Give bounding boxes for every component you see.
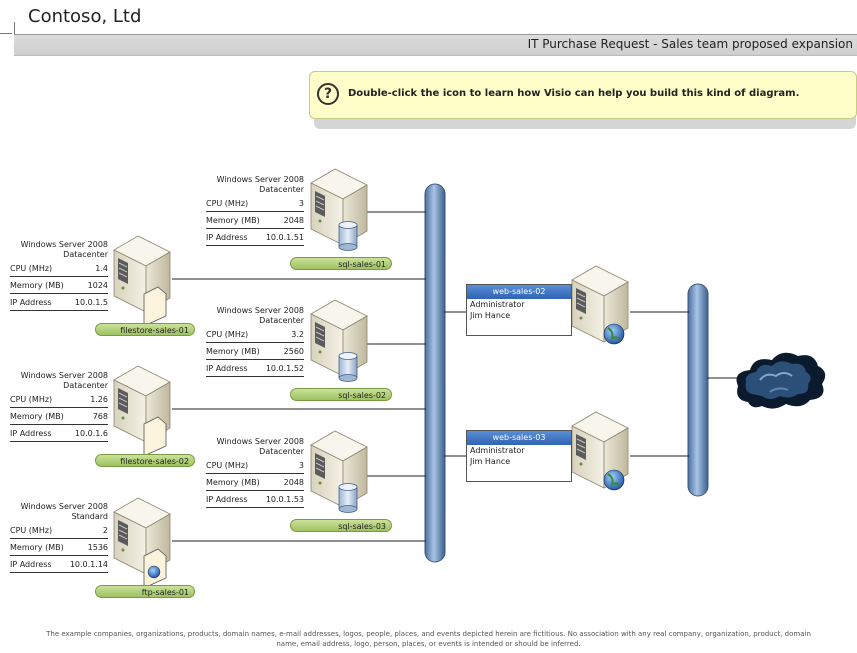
cpu-label: CPU (MHz) [10,395,53,404]
memory-value: 2048 [283,478,304,487]
disclaimer-line-1: The example companies, organizations, pr… [46,630,811,638]
label-sql-sales-03[interactable]: sql-sales-03 [290,519,392,532]
ftp-server-icon [113,497,171,589]
web-server-role: Administrator [470,446,525,455]
memory-label: Memory (MB) [206,478,260,487]
ip-label: IP Address [10,429,52,438]
ip-label: IP Address [10,298,52,307]
os-edition: Datacenter [63,250,108,259]
file-server-icon [113,365,171,457]
network-backbone-1 [424,183,446,563]
ip-value: 10.0.1.51 [265,233,304,242]
ip-value: 10.0.1.5 [74,298,108,307]
database-server-icon [310,168,368,251]
internet-cloud-icon [736,352,826,409]
disclaimer: The example companies, organizations, pr… [0,629,857,649]
cpu-label: CPU (MHz) [206,199,249,208]
spec-filestore-sales-02: Windows Server 2008 Datacenter CPU (MHz)… [10,371,108,442]
label-sql-sales-02[interactable]: sql-sales-02 [290,388,392,401]
cpu-value: 3 [298,461,304,470]
web-server-name: web-sales-03 [467,431,571,445]
memory-label: Memory (MB) [206,347,260,356]
cpu-value: 1.4 [95,264,108,273]
web-server-name: web-sales-02 [467,285,571,299]
os-edition: Datacenter [259,185,304,194]
memory-value: 2048 [283,216,304,225]
cpu-value: 1.26 [90,395,108,404]
os-edition: Datacenter [259,447,304,456]
os-line: Windows Server 2008 [20,371,108,380]
ip-value: 10.0.1.14 [69,560,108,569]
network-backbone-2 [687,283,709,497]
ip-label: IP Address [206,495,248,504]
info-web-sales-03[interactable]: web-sales-03 Administrator Jim Hance [466,430,572,482]
os-edition: Datacenter [259,316,304,325]
ip-label: IP Address [206,233,248,242]
os-line: Windows Server 2008 [20,502,108,511]
ip-label: IP Address [10,560,52,569]
label-filestore-sales-02[interactable]: filestore-sales-02 [95,454,195,467]
label-ftp-sales-01[interactable]: ftp-sales-01 [95,585,195,598]
spec-sql-sales-03: Windows Server 2008 Datacenter CPU (MHz)… [206,437,304,508]
cpu-value: 3 [298,199,304,208]
spec-sql-sales-01: Windows Server 2008 Datacenter CPU (MHz)… [206,175,304,246]
spec-ftp-sales-01: Windows Server 2008 Standard CPU (MHz) 2 … [10,502,108,573]
memory-label: Memory (MB) [10,281,64,290]
memory-label: Memory (MB) [10,543,64,552]
file-server-icon [113,235,171,327]
cpu-label: CPU (MHz) [10,264,53,273]
info-web-sales-02[interactable]: web-sales-02 Administrator Jim Hance [466,284,572,336]
memory-value: 768 [92,412,108,421]
ip-value: 10.0.1.52 [265,364,304,373]
os-line: Windows Server 2008 [216,306,304,315]
spec-sql-sales-02: Windows Server 2008 Datacenter CPU (MHz)… [206,306,304,377]
ip-value: 10.0.1.53 [265,495,304,504]
cpu-value: 3.2 [291,330,304,339]
memory-value: 1024 [87,281,108,290]
database-server-icon [310,299,368,382]
os-line: Windows Server 2008 [216,437,304,446]
web-server-owner: Jim Hance [470,457,511,466]
label-filestore-sales-01[interactable]: filestore-sales-01 [95,323,195,336]
web-server-owner: Jim Hance [470,311,511,320]
ip-value: 10.0.1.6 [74,429,108,438]
os-edition: Standard [71,512,108,521]
cpu-value: 2 [102,526,108,535]
web-server-icon [571,411,629,491]
memory-label: Memory (MB) [10,412,64,421]
os-edition: Datacenter [63,381,108,390]
spec-filestore-sales-01: Windows Server 2008 Datacenter CPU (MHz)… [10,240,108,311]
memory-value: 1536 [87,543,108,552]
web-server-role: Administrator [470,300,525,309]
disclaimer-line-2: name, email address, logo, person, place… [276,640,581,648]
database-server-icon [310,430,368,513]
os-line: Windows Server 2008 [216,175,304,184]
ip-label: IP Address [206,364,248,373]
memory-label: Memory (MB) [206,216,260,225]
os-line: Windows Server 2008 [20,240,108,249]
web-server-icon [571,265,629,345]
cpu-label: CPU (MHz) [206,330,249,339]
cpu-label: CPU (MHz) [206,461,249,470]
cpu-label: CPU (MHz) [10,526,53,535]
label-sql-sales-01[interactable]: sql-sales-01 [290,257,392,270]
memory-value: 2560 [283,347,304,356]
